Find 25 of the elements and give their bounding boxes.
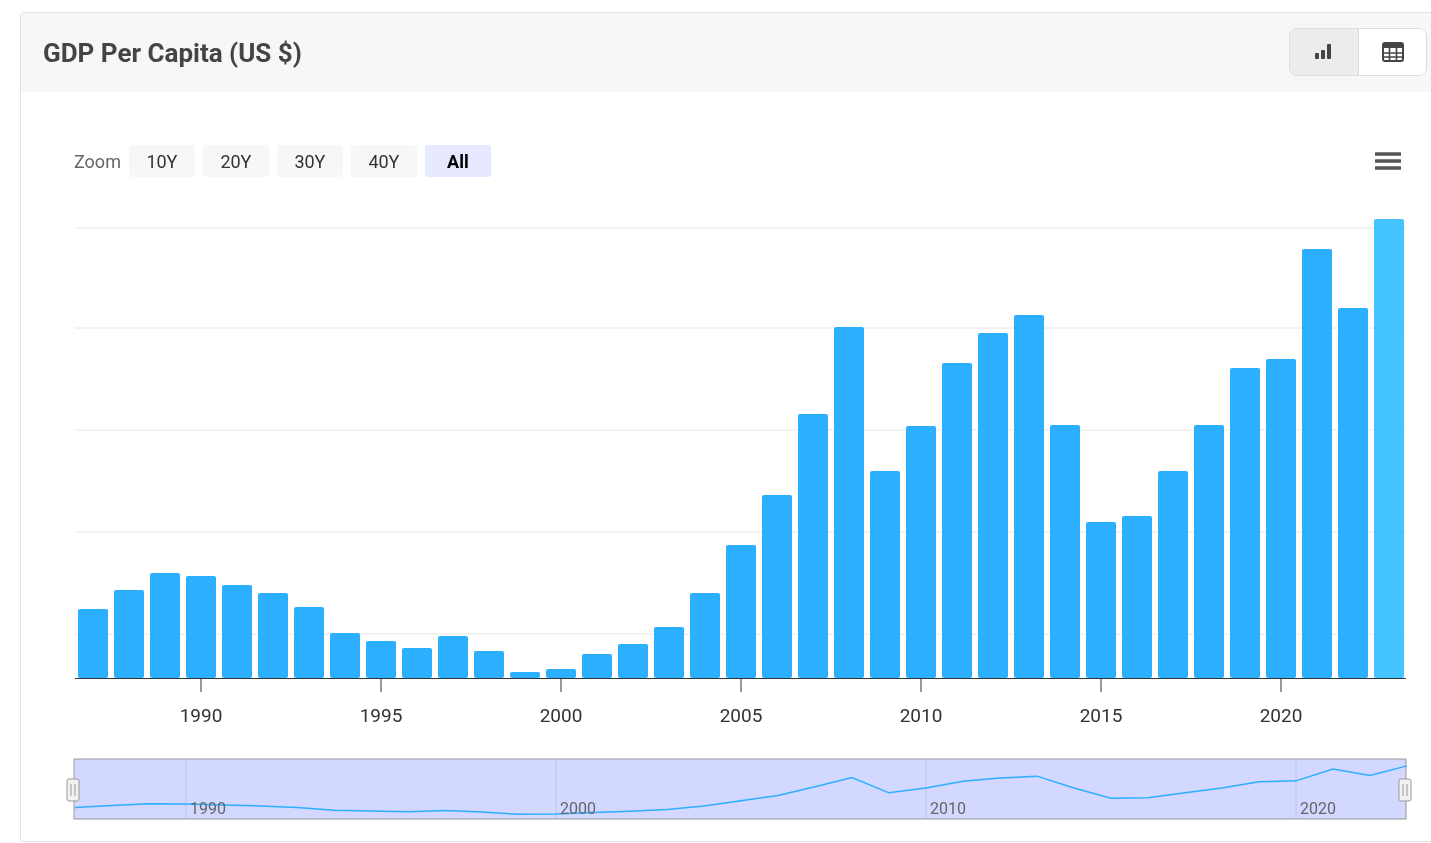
axis-label: 2005 xyxy=(719,704,763,727)
chart-view-button[interactable] xyxy=(1290,28,1358,75)
handle-icon[interactable] xyxy=(66,778,80,802)
zoom-button[interactable]: 30Y xyxy=(276,145,343,177)
bar-chart-icon xyxy=(1314,42,1334,61)
navigator-label: 2020 xyxy=(1300,799,1336,818)
table-icon xyxy=(1381,41,1404,62)
axis-label: 2000 xyxy=(539,704,583,727)
zoom-button[interactable]: 40Y xyxy=(350,145,417,177)
navigator-label: 2000 xyxy=(560,799,596,818)
axis-label: 2010 xyxy=(899,704,943,727)
handle-icon[interactable] xyxy=(1398,778,1412,802)
zoom-button[interactable]: 20Y xyxy=(202,145,269,177)
zoom-label: Zoom xyxy=(74,150,121,172)
axis-label: 2015 xyxy=(1079,704,1123,727)
table-view-button[interactable] xyxy=(1358,28,1426,75)
menu-icon[interactable] xyxy=(1375,151,1401,171)
zoom-button[interactable]: 10Y xyxy=(128,145,195,177)
axis-label: 1995 xyxy=(359,704,403,727)
axis-label: 1990 xyxy=(179,704,223,727)
zoom-button[interactable]: All xyxy=(424,145,491,177)
navigator-label: 2010 xyxy=(930,799,966,818)
navigator-label: 1990 xyxy=(190,799,226,818)
card-title: GDP Per Capita (US $) xyxy=(43,37,302,68)
axis-label: 2020 xyxy=(1259,704,1303,727)
